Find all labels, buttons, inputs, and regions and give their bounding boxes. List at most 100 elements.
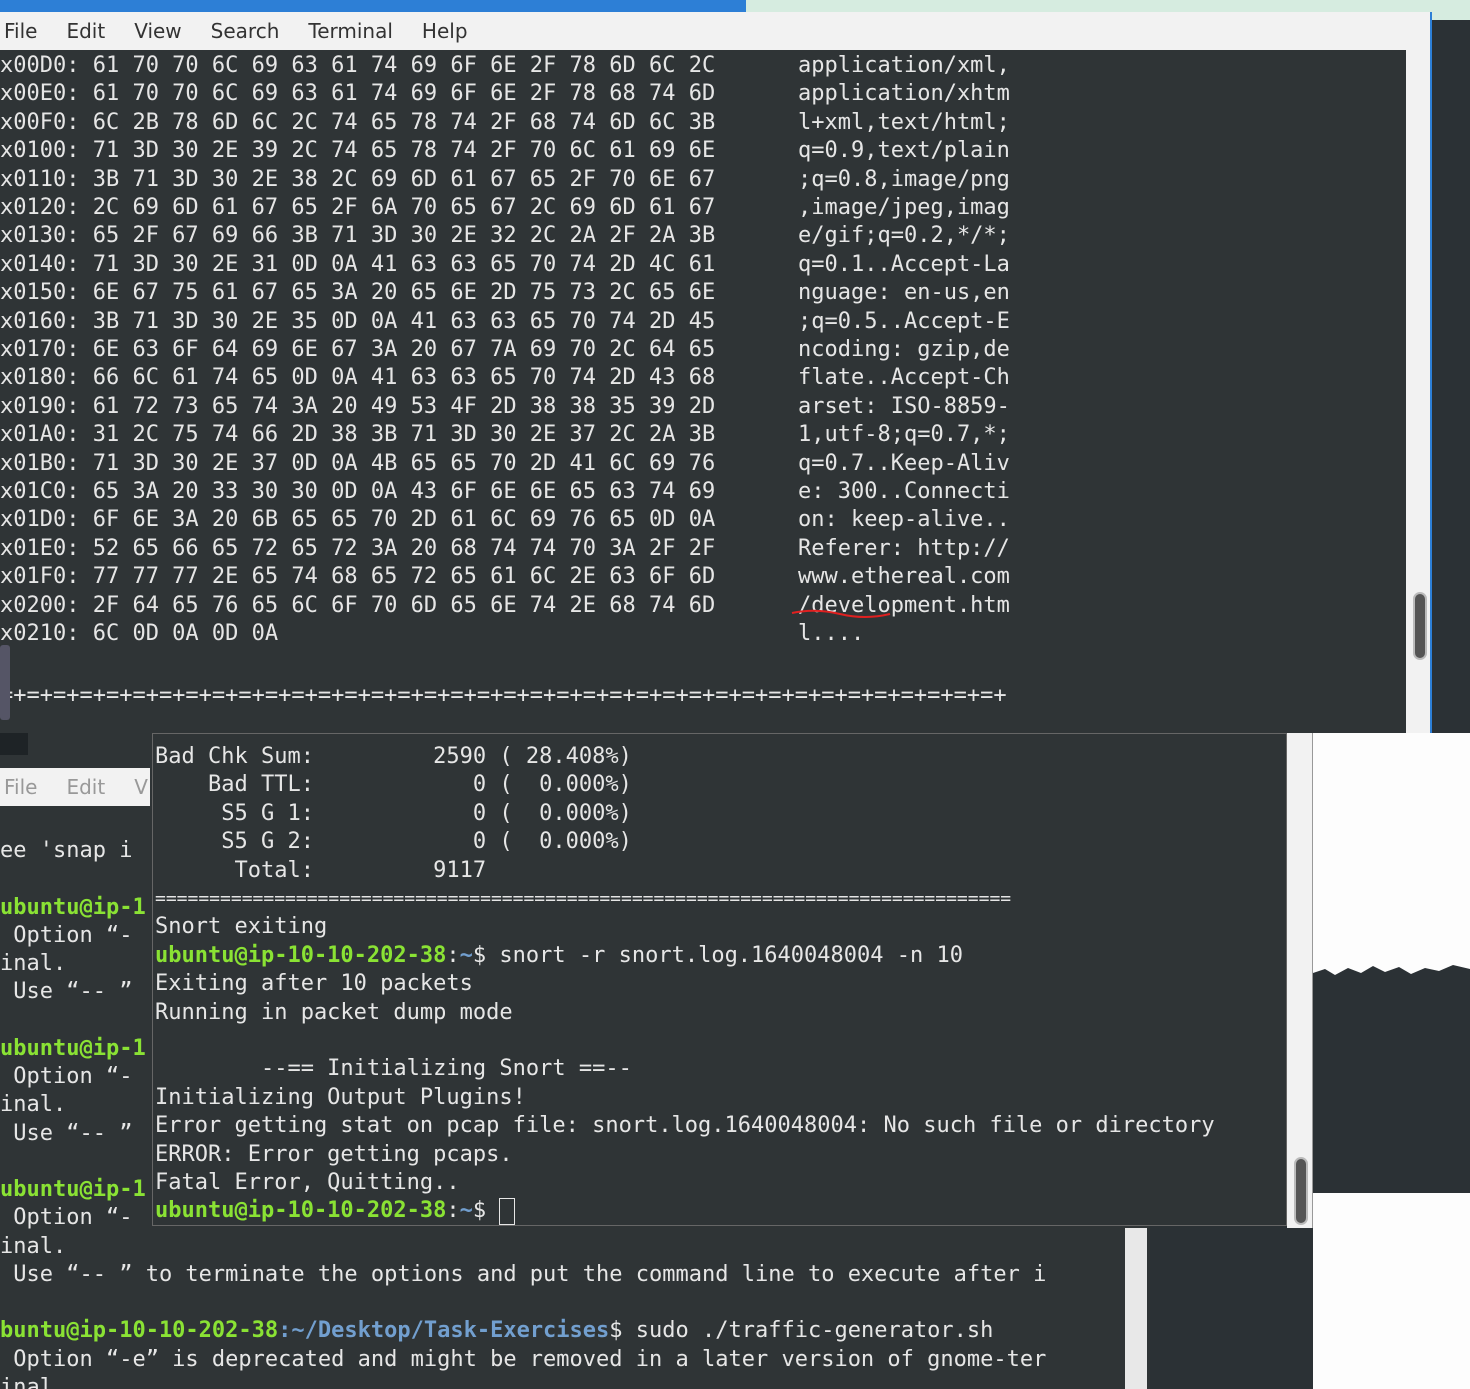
terminal-cursor[interactable]: [499, 1197, 516, 1225]
background-terminal-menubar: File Edit V: [0, 768, 150, 806]
prompt-user: ubuntu@ip-10-10-202-38: [155, 942, 447, 968]
hex-ascii: nguage: en-us,en: [798, 280, 1010, 306]
hex-ascii: 1,utf-8;q=0.7,*;: [798, 422, 1010, 448]
terminal-line: Snort exiting: [155, 914, 328, 940]
hex-row: x01C0: 65 3A 20 33 30 30 0D 0A 43 6F 6E …: [0, 479, 716, 504]
hex-row: x0110: 3B 71 3D 30 2E 38 2C 69 6D 61 67 …: [0, 166, 716, 192]
prompt-user: ubuntu@ip-1: [0, 1177, 146, 1202]
resize-handle[interactable]: [0, 645, 10, 720]
terminal-line: inal.: [0, 1092, 67, 1118]
terminal-line: Exiting after 10 packets: [155, 971, 473, 997]
terminal-line: Initializing Output Plugins!: [155, 1084, 526, 1110]
prompt-path: :~/Desktop/Task-Exercises: [278, 1318, 610, 1344]
hex-row: x01D0: 6F 6E 3A 20 6B 65 65 70 2D 61 6C …: [0, 507, 716, 533]
terminal-line: ubuntu@ip-1: [0, 1035, 146, 1063]
hex-row: x00D0: 61 70 70 6C 69 63 61 74 69 6F 6E …: [0, 53, 716, 78]
menu-search[interactable]: Search: [211, 19, 280, 43]
hex-dump-terminal[interactable]: x00D0: 61 70 70 6C 69 63 61 74 69 6F 6E …: [0, 50, 1407, 733]
command-text: $ sudo ./traffic-generator.sh: [609, 1318, 994, 1344]
menu-help[interactable]: Help: [422, 19, 468, 43]
terminal-line: inal.: [0, 1374, 67, 1389]
hex-ascii: ;q=0.8,image/png: [798, 166, 1010, 192]
prompt-user: buntu@ip-10-10-202-38: [0, 1318, 279, 1344]
hex-ascii: ,image/jpeg,imag: [798, 195, 1010, 220]
snort-terminal-scrollbar[interactable]: [1287, 733, 1313, 1228]
hex-ascii: e: 300..Connecti: [798, 479, 1010, 504]
hex-row: x01B0: 71 3D 30 2E 37 0D 0A 4B 65 65 70 …: [0, 450, 716, 476]
terminal-line: Use “-- ” to terminate the options and p…: [0, 1261, 1047, 1287]
background-terminal-scrollbar[interactable]: [1125, 1228, 1147, 1389]
terminal-line: ubuntu@ip-10-10-202-38:~$: [155, 1197, 516, 1225]
prompt-separator: :: [446, 942, 460, 968]
menu-file[interactable]: File: [4, 19, 37, 43]
terminal-line: Option “-: [0, 1205, 133, 1231]
menu-edit[interactable]: Edit: [66, 775, 105, 799]
terminal-line: --== Initializing Snort ==--: [155, 1056, 632, 1082]
menu-edit[interactable]: Edit: [66, 19, 105, 43]
stats-line: Bad Chk Sum: 2590 ( 28.408%): [155, 744, 632, 769]
hex-row: x0200: 2F 64 65 76 65 6C 6F 70 6D 65 6E …: [0, 592, 716, 618]
scrollbar-thumb[interactable]: [1413, 592, 1427, 660]
terminal-line: ee 'snap i: [0, 838, 133, 863]
hex-ascii: q=0.7..Keep-Aliv: [798, 450, 1010, 476]
hex-row: x00E0: 61 70 70 6C 69 63 61 74 69 6F 6E …: [0, 81, 716, 107]
hex-row: x01A0: 31 2C 75 74 66 2D 38 3B 71 3D 30 …: [0, 422, 716, 448]
hex-ascii: l....: [798, 621, 865, 646]
desktop-paper-area: [1313, 733, 1470, 1389]
hex-row: x0120: 2C 69 6D 61 67 65 2F 6A 70 65 67 …: [0, 195, 716, 220]
prompt-user: ubuntu@ip-10-10-202-38: [155, 1198, 447, 1224]
hex-ascii: application/xml,: [798, 53, 1010, 78]
hex-ascii: flate..Accept-Ch: [798, 365, 1010, 391]
hex-row: x0190: 61 72 73 65 74 3A 20 49 53 4F 2D …: [0, 393, 716, 419]
terminal-line: buntu@ip-10-10-202-38:~/Desktop/Task-Exe…: [0, 1317, 993, 1345]
hex-ascii: ;q=0.5..Accept-E: [798, 308, 1010, 334]
hex-row: x00F0: 6C 2B 78 6D 6C 2C 74 65 78 74 2F …: [0, 109, 716, 135]
hex-row: x0100: 71 3D 30 2E 39 2C 74 65 78 74 2F …: [0, 138, 716, 164]
rule-line: ========================================…: [155, 888, 1012, 909]
hex-ascii: www.ethereal.com: [798, 564, 1010, 590]
terminal-line: ubuntu@ip-1: [0, 894, 146, 922]
hex-ascii: q=0.9,text/plain: [798, 138, 1010, 164]
terminal-line: Option “-e” is deprecated and might be r…: [0, 1346, 1047, 1372]
hex-ascii: ncoding: gzip,de: [798, 337, 1010, 362]
hex-ascii: application/xhtm: [798, 81, 1010, 107]
hex-ascii: e/gif;q=0.2,*/*;: [798, 223, 1010, 249]
command-text: $ snort -r snort.log.1640048004 -n 10: [472, 942, 963, 968]
prompt-separator: :: [446, 1198, 460, 1224]
terminal-menubar: File Edit View Search Terminal Help: [0, 12, 1432, 50]
snort-terminal[interactable]: Other: 0 ( 0.000%)Bad Chk Sum: 2590 ( 28…: [152, 733, 1287, 1226]
hex-row: x0180: 66 6C 61 74 65 0D 0A 41 63 63 65 …: [0, 365, 716, 391]
hex-ascii: Referer: http://: [798, 535, 1010, 561]
window-titlebar: [0, 0, 746, 12]
stats-line: S5 G 2: 0 ( 0.000%): [155, 829, 632, 855]
terminal-line: ubuntu@ip-1: [0, 1176, 146, 1204]
hex-row: x0150: 6E 67 75 61 67 65 3A 20 65 6E 2D …: [0, 280, 716, 306]
menu-view[interactable]: V: [134, 775, 148, 799]
hex-ascii: l+xml,text/html;: [798, 109, 1010, 135]
hex-ascii: q=0.1..Accept-La: [798, 251, 1010, 277]
stats-line: S5 G 1: 0 ( 0.000%): [155, 800, 632, 826]
scrollbar-thumb[interactable]: [1294, 1157, 1308, 1225]
prompt-user: ubuntu@ip-1: [0, 1035, 146, 1061]
stats-line: Bad TTL: 0 ( 0.000%): [155, 772, 632, 798]
menu-terminal[interactable]: Terminal: [308, 19, 393, 43]
prompt-dollar: $: [472, 1198, 500, 1224]
prompt-user: ubuntu@ip-1: [0, 894, 146, 920]
terminal-line: Error getting stat on pcap file: snort.l…: [155, 1113, 1215, 1139]
terminal-line: Use “-- ”: [0, 1120, 133, 1146]
hex-row: x0170: 6E 63 6F 64 69 6E 67 3A 20 67 7A …: [0, 337, 716, 362]
terminal-line: inal.: [0, 1233, 67, 1259]
window-tab: [0, 733, 28, 755]
hex-row: x0210: 6C 0D 0A 0D 0A: [0, 621, 279, 646]
terminal-line: ERROR: Error getting pcaps.: [155, 1141, 513, 1167]
hex-terminal-scrollbar[interactable]: [1406, 12, 1432, 733]
terminal-line: inal.: [0, 951, 67, 976]
terminal-line: Option “-: [0, 922, 133, 948]
menu-view[interactable]: View: [134, 19, 181, 43]
prompt-path: ~: [459, 1198, 473, 1224]
terminal-line: Fatal Error, Quitting..: [155, 1170, 460, 1195]
hex-row: x0160: 3B 71 3D 30 2E 35 0D 0A 41 63 63 …: [0, 308, 716, 334]
menu-file[interactable]: File: [4, 775, 37, 799]
terminal-line: ubuntu@ip-10-10-202-38:~$ snort -r snort…: [155, 942, 963, 970]
stats-line: Total: 9117: [155, 857, 487, 883]
